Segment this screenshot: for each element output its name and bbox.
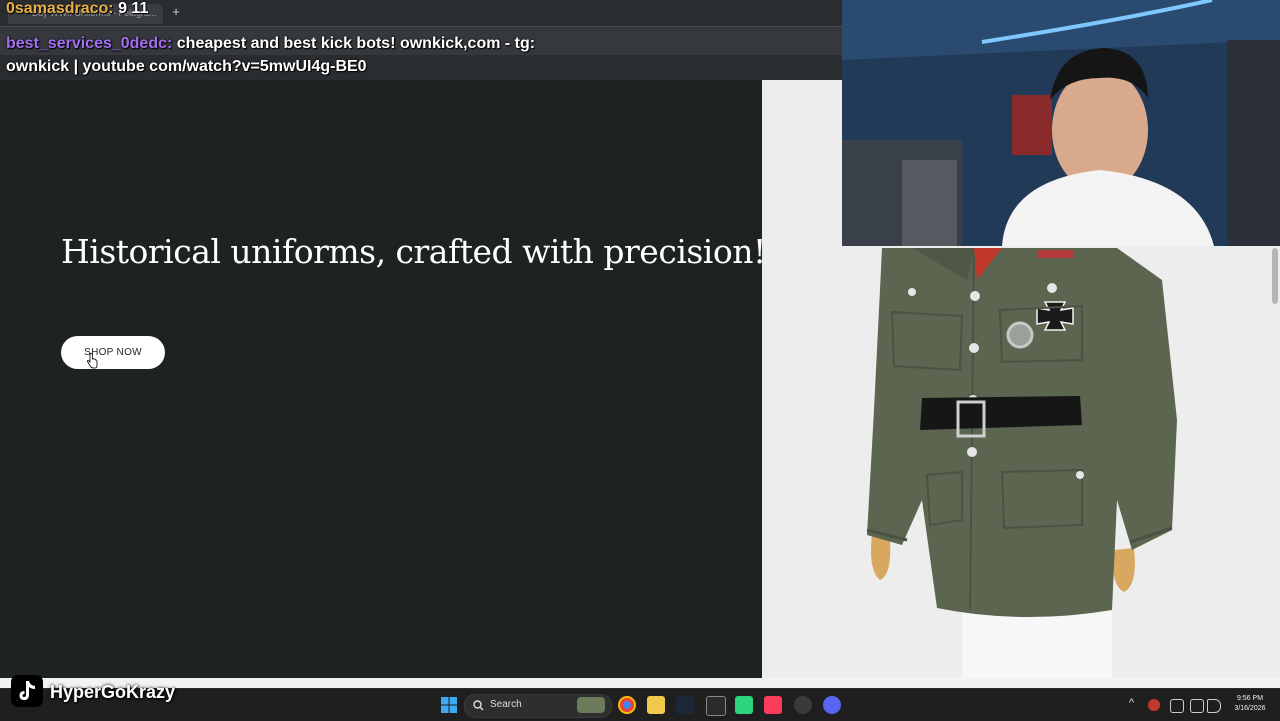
page-scrollbar[interactable] [1272, 248, 1278, 304]
file-explorer-icon[interactable] [647, 696, 665, 714]
chat-text: 9 11 [118, 0, 149, 17]
music-icon[interactable] [764, 696, 782, 714]
kick-icon[interactable] [735, 696, 753, 714]
streamer-webcam-image [842, 0, 1280, 246]
chat-message: best_services_0dedc: cheapest and best k… [6, 32, 546, 78]
search-label: Search [490, 699, 522, 710]
taskbar-clock[interactable]: 9:56 PM 3/16/2026 [1225, 694, 1275, 714]
capcut-icon[interactable] [706, 696, 726, 716]
chat-message: 0samasdraco: 9 11 [6, 0, 148, 18]
tray-record-icon[interactable] [1148, 699, 1160, 711]
hero-text-panel: Historical uniforms, crafted with precis… [0, 80, 766, 678]
tray-chevron-icon[interactable]: ^ [1129, 697, 1134, 709]
network-icon[interactable] [1190, 699, 1204, 713]
tiktok-logo-icon [11, 675, 43, 707]
steam-icon[interactable] [676, 696, 694, 714]
tiktok-handle: HyperGoKrazy [50, 682, 176, 702]
webcam-overlay [842, 0, 1280, 246]
search-icon [473, 700, 484, 711]
microphone-icon[interactable] [1170, 699, 1184, 713]
windows-start-icon[interactable] [440, 696, 458, 714]
chat-username: best_services_0dedc: [6, 35, 173, 52]
discord-icon[interactable] [823, 696, 841, 714]
page-bottom-strip [0, 678, 1280, 688]
windows-taskbar: Search ^ 9:56 PM 3/16/2026 [0, 688, 1280, 721]
clock-time: 9:56 PM [1236, 695, 1264, 702]
hero-heading: Historical uniforms, crafted with precis… [61, 232, 766, 271]
taskbar-search-box[interactable]: Search [464, 694, 612, 718]
hand-cursor-icon [87, 353, 98, 369]
obs-icon[interactable] [794, 696, 812, 714]
chat-username: 0samasdraco: [6, 0, 114, 17]
new-tab-button[interactable]: + [168, 3, 184, 21]
clock-date: 3/16/2026 [1234, 705, 1266, 712]
shop-now-button[interactable]: SHOP NOW [61, 336, 165, 369]
volume-icon[interactable] [1207, 699, 1221, 713]
chrome-icon[interactable] [618, 696, 636, 714]
search-highlight-image [577, 697, 605, 713]
